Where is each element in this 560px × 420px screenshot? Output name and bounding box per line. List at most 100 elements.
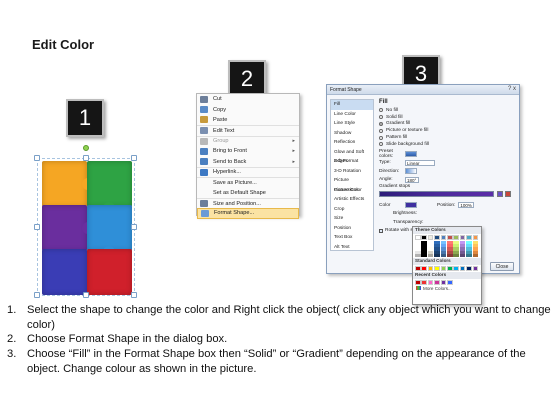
remove-stop-icon[interactable] — [505, 190, 511, 197]
tint-swatch[interactable] — [440, 253, 447, 258]
direction-dropdown[interactable] — [405, 168, 417, 175]
fill-option[interactable]: Gradient fill — [379, 121, 515, 128]
nav-item[interactable]: 3-D Rotation — [331, 167, 373, 177]
theme-color-swatch[interactable] — [427, 235, 434, 240]
menu-item-group[interactable]: Group ▸ — [197, 135, 299, 146]
nav-item[interactable]: Size — [331, 214, 373, 224]
add-stop-icon[interactable] — [497, 190, 503, 197]
tint-swatch[interactable] — [427, 253, 434, 258]
recent-color-swatch[interactable] — [446, 280, 453, 285]
menu-item-send-to-back[interactable]: Send to Back ▸ — [197, 156, 299, 166]
menu-item-hyperlink[interactable]: Hyperlink... — [197, 166, 299, 177]
nav-item[interactable]: Picture Corrections — [331, 176, 373, 193]
standard-color-swatch[interactable] — [466, 266, 472, 271]
nav-item[interactable]: Text Box — [331, 233, 373, 243]
nav-item[interactable]: 3-D Format — [331, 157, 373, 167]
nav-item[interactable]: Line Style — [331, 119, 373, 129]
nav-item[interactable]: Shadow — [331, 129, 373, 139]
menu-item-bring-to-front[interactable]: Bring to Front ▸ — [197, 146, 299, 156]
puzzle-shape[interactable] — [34, 145, 137, 298]
angle-input[interactable]: 180° — [405, 176, 419, 183]
menu-item-save-as-picture[interactable]: Save as Picture... — [197, 177, 299, 187]
standard-color-swatch[interactable] — [434, 266, 440, 271]
nav-item[interactable]: Artistic Effects — [331, 195, 373, 205]
gradient-stops-bar[interactable] — [379, 190, 494, 197]
selection-handle[interactable] — [131, 155, 137, 161]
selection-handle[interactable] — [34, 292, 40, 298]
recent-color-swatch[interactable] — [427, 280, 434, 285]
nav-item[interactable]: Alt Text — [331, 243, 373, 253]
nav-item[interactable]: Glow and Soft Edges — [331, 148, 373, 165]
fill-option[interactable]: Pattern fill — [379, 134, 515, 141]
fill-option[interactable]: Solid fill — [379, 114, 515, 121]
theme-color-swatch[interactable] — [434, 235, 440, 240]
tint-swatch[interactable] — [453, 253, 459, 258]
theme-color-swatch[interactable] — [446, 235, 453, 240]
nav-item[interactable]: Position — [331, 224, 373, 234]
position-input[interactable]: 100% — [458, 202, 475, 209]
nav-item[interactable]: Line Color — [331, 110, 373, 120]
standard-color-swatch[interactable] — [421, 266, 427, 271]
puzzle-piece-blue[interactable] — [87, 205, 132, 258]
tint-swatch[interactable] — [466, 253, 472, 258]
color-dropdown[interactable] — [405, 202, 417, 209]
theme-color-swatch[interactable] — [440, 235, 447, 240]
standard-color-swatch[interactable] — [427, 266, 434, 271]
tint-swatch[interactable] — [421, 253, 427, 258]
theme-color-swatch[interactable] — [453, 235, 459, 240]
puzzle-piece-orange[interactable] — [42, 161, 94, 207]
puzzle-piece-purple[interactable] — [42, 205, 94, 251]
theme-color-swatch[interactable] — [466, 235, 472, 240]
selection-handle[interactable] — [83, 292, 89, 298]
close-button[interactable]: Close — [490, 262, 514, 271]
tint-swatch[interactable] — [434, 253, 440, 258]
theme-color-swatch[interactable] — [415, 235, 421, 240]
fill-option[interactable]: No fill — [379, 107, 515, 114]
radio-button[interactable] — [379, 115, 383, 120]
recent-color-swatch[interactable] — [434, 280, 440, 285]
radio-button[interactable] — [379, 135, 383, 140]
menu-item-size-and-position[interactable]: Size and Position... — [197, 197, 299, 208]
recent-color-swatch[interactable] — [421, 280, 427, 285]
theme-color-swatch[interactable] — [472, 235, 479, 240]
selection-handle[interactable] — [34, 155, 40, 161]
close-icon[interactable]: ? x — [508, 86, 516, 92]
puzzle-piece-green[interactable] — [87, 161, 132, 214]
radio-button[interactable] — [379, 121, 383, 126]
theme-color-swatch[interactable] — [421, 235, 427, 240]
radio-button[interactable] — [379, 128, 383, 133]
selection-handle[interactable] — [131, 292, 137, 298]
fill-option[interactable]: Slide background fill — [379, 141, 515, 148]
rotation-handle[interactable] — [83, 145, 89, 151]
nav-item[interactable]: Fill — [331, 100, 373, 110]
nav-item[interactable]: Reflection — [331, 138, 373, 148]
standard-color-swatch[interactable] — [446, 266, 453, 271]
menu-item-paste[interactable]: Paste — [197, 115, 299, 125]
nav-item[interactable]: Crop — [331, 205, 373, 215]
standard-color-swatch[interactable] — [415, 266, 421, 271]
menu-item-format-shape[interactable]: Format Shape... — [197, 208, 299, 219]
menu-item-edit-text[interactable]: Edit Text — [197, 125, 299, 135]
standard-color-swatch[interactable] — [472, 266, 479, 271]
puzzle-piece-red[interactable] — [87, 249, 132, 295]
type-select[interactable]: Linear — [405, 159, 435, 166]
tint-swatch[interactable] — [472, 253, 479, 258]
more-colors-item[interactable]: More Colors... — [413, 286, 481, 292]
rotate-checkbox[interactable] — [379, 228, 383, 233]
nav-item[interactable]: Picture Color — [331, 186, 373, 196]
theme-color-swatch[interactable] — [459, 235, 466, 240]
fill-option[interactable]: Picture or texture fill — [379, 127, 515, 134]
radio-button[interactable] — [379, 108, 383, 113]
preset-colors-dropdown[interactable] — [405, 151, 417, 158]
puzzle-piece-indigo[interactable] — [42, 249, 87, 295]
menu-item-cut[interactable]: Cut — [197, 94, 299, 104]
recent-color-swatch[interactable] — [440, 280, 447, 285]
tint-swatch[interactable] — [459, 253, 466, 258]
selection-handle[interactable] — [34, 224, 40, 230]
menu-item-copy[interactable]: Copy — [197, 104, 299, 114]
tint-swatch[interactable] — [446, 253, 453, 258]
radio-button[interactable] — [379, 142, 383, 147]
standard-color-swatch[interactable] — [459, 266, 466, 271]
selection-handle[interactable] — [131, 224, 137, 230]
recent-color-swatch[interactable] — [415, 280, 421, 285]
